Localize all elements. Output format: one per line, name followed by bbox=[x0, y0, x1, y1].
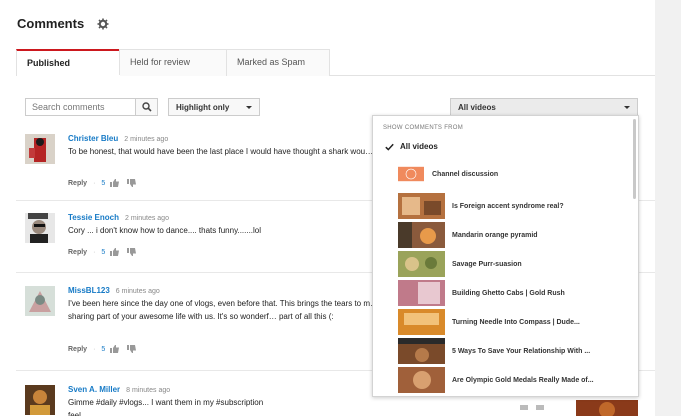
dropdown-item-video[interactable]: 5 Ways To Save Your Relationship With ..… bbox=[398, 338, 590, 364]
reply-button[interactable]: Reply bbox=[68, 180, 87, 187]
comment-actions: Reply · 5 bbox=[68, 248, 144, 256]
search-button[interactable] bbox=[136, 98, 158, 116]
tab-bar: Published Held for review Marked as Spam bbox=[16, 49, 330, 76]
video-thumbnail bbox=[398, 280, 445, 306]
dropdown-item-video[interactable]: Turning Needle Into Compass | Dude... bbox=[398, 309, 580, 335]
comment-author[interactable]: Sven A. Miller 8 minutes ago bbox=[68, 385, 170, 394]
avatar[interactable] bbox=[25, 385, 55, 415]
video-filter-label: All videos bbox=[458, 102, 496, 112]
like-count: 5 bbox=[101, 248, 106, 256]
reply-button[interactable]: Reply bbox=[68, 249, 87, 256]
page-header: Comments bbox=[17, 16, 109, 31]
tab-marked-as-spam[interactable]: Marked as Spam bbox=[226, 49, 330, 76]
video-filter-dropdown: SHOW COMMENTS FROM All videos Channel di… bbox=[372, 115, 639, 397]
video-thumbnail bbox=[398, 338, 445, 364]
comment-actions: Reply · 5 bbox=[68, 179, 144, 187]
like-count: 5 bbox=[101, 345, 106, 353]
video-filter-select[interactable]: All videos bbox=[450, 98, 638, 116]
dropdown-item-video[interactable]: Savage Purr-suasion bbox=[398, 251, 522, 277]
comment-text: Gimme #daily #vlogs... I want them in my… bbox=[68, 398, 264, 416]
video-thumbnail bbox=[398, 193, 445, 219]
comment-actions: Reply · 5 bbox=[68, 345, 144, 353]
page-background bbox=[655, 0, 681, 416]
tab-published[interactable]: Published bbox=[16, 49, 120, 76]
comment-author[interactable]: Tessie Enoch 2 minutes ago bbox=[68, 213, 169, 222]
thumbs-down-icon[interactable] bbox=[127, 179, 137, 187]
comment-author[interactable]: MissBL123 6 minutes ago bbox=[68, 286, 160, 295]
dropdown-item-channel-discussion[interactable]: Channel discussion bbox=[398, 161, 498, 187]
gear-icon[interactable] bbox=[97, 18, 109, 30]
highlight-filter-select[interactable]: Highlight only bbox=[168, 98, 260, 116]
thumbs-up-icon[interactable] bbox=[110, 345, 120, 353]
comment-time[interactable]: 2 minutes ago bbox=[125, 215, 169, 222]
tab-held-for-review[interactable]: Held for review bbox=[119, 49, 227, 76]
video-thumbnail bbox=[398, 367, 445, 393]
thumbs-down-icon[interactable] bbox=[127, 345, 137, 353]
video-thumbnail bbox=[398, 222, 445, 248]
reply-button[interactable]: Reply bbox=[68, 346, 87, 353]
comment-time[interactable]: 8 minutes ago bbox=[126, 387, 170, 394]
dropdown-item-video[interactable]: Mandarin orange pyramid bbox=[398, 222, 538, 248]
comments-panel: Comments Published Held for review Marke… bbox=[0, 0, 655, 416]
dropdown-item-all-videos[interactable]: All videos bbox=[385, 142, 438, 151]
comment-time[interactable]: 2 minutes ago bbox=[124, 136, 168, 143]
search-input[interactable] bbox=[25, 98, 136, 116]
avatar[interactable] bbox=[25, 286, 55, 316]
video-thumbnail bbox=[398, 251, 445, 277]
dropdown-scrollbar[interactable] bbox=[633, 119, 636, 199]
dropdown-header: SHOW COMMENTS FROM bbox=[383, 125, 464, 131]
video-thumbnail[interactable] bbox=[576, 400, 638, 416]
comment-author[interactable]: Christer Bleu 2 minutes ago bbox=[68, 134, 168, 143]
thumbs-up-icon[interactable] bbox=[110, 248, 120, 256]
search-box bbox=[25, 98, 158, 116]
dropdown-item-video[interactable]: Building Ghetto Cabs | Gold Rush bbox=[398, 280, 565, 306]
dropdown-item-video[interactable]: Are Olympic Gold Medals Really Made of..… bbox=[398, 367, 594, 393]
caret-down-icon bbox=[624, 105, 630, 109]
thumbs-up-icon[interactable] bbox=[110, 179, 120, 187]
thumbs-down-icon[interactable] bbox=[127, 248, 137, 256]
caret-down-icon bbox=[246, 105, 252, 109]
comment-time[interactable]: 6 minutes ago bbox=[116, 288, 160, 295]
channel-logo bbox=[398, 166, 424, 182]
search-icon bbox=[141, 102, 152, 112]
check-icon bbox=[385, 143, 394, 151]
comment-actions-peek bbox=[520, 405, 544, 410]
video-thumbnail bbox=[398, 309, 445, 335]
dropdown-item-video[interactable]: Is Foreign accent syndrome real? bbox=[398, 193, 564, 219]
avatar[interactable] bbox=[25, 213, 55, 243]
page-title: Comments bbox=[17, 16, 85, 31]
highlight-filter-label: Highlight only bbox=[176, 102, 230, 112]
avatar[interactable] bbox=[25, 134, 55, 164]
like-count: 5 bbox=[101, 179, 106, 187]
